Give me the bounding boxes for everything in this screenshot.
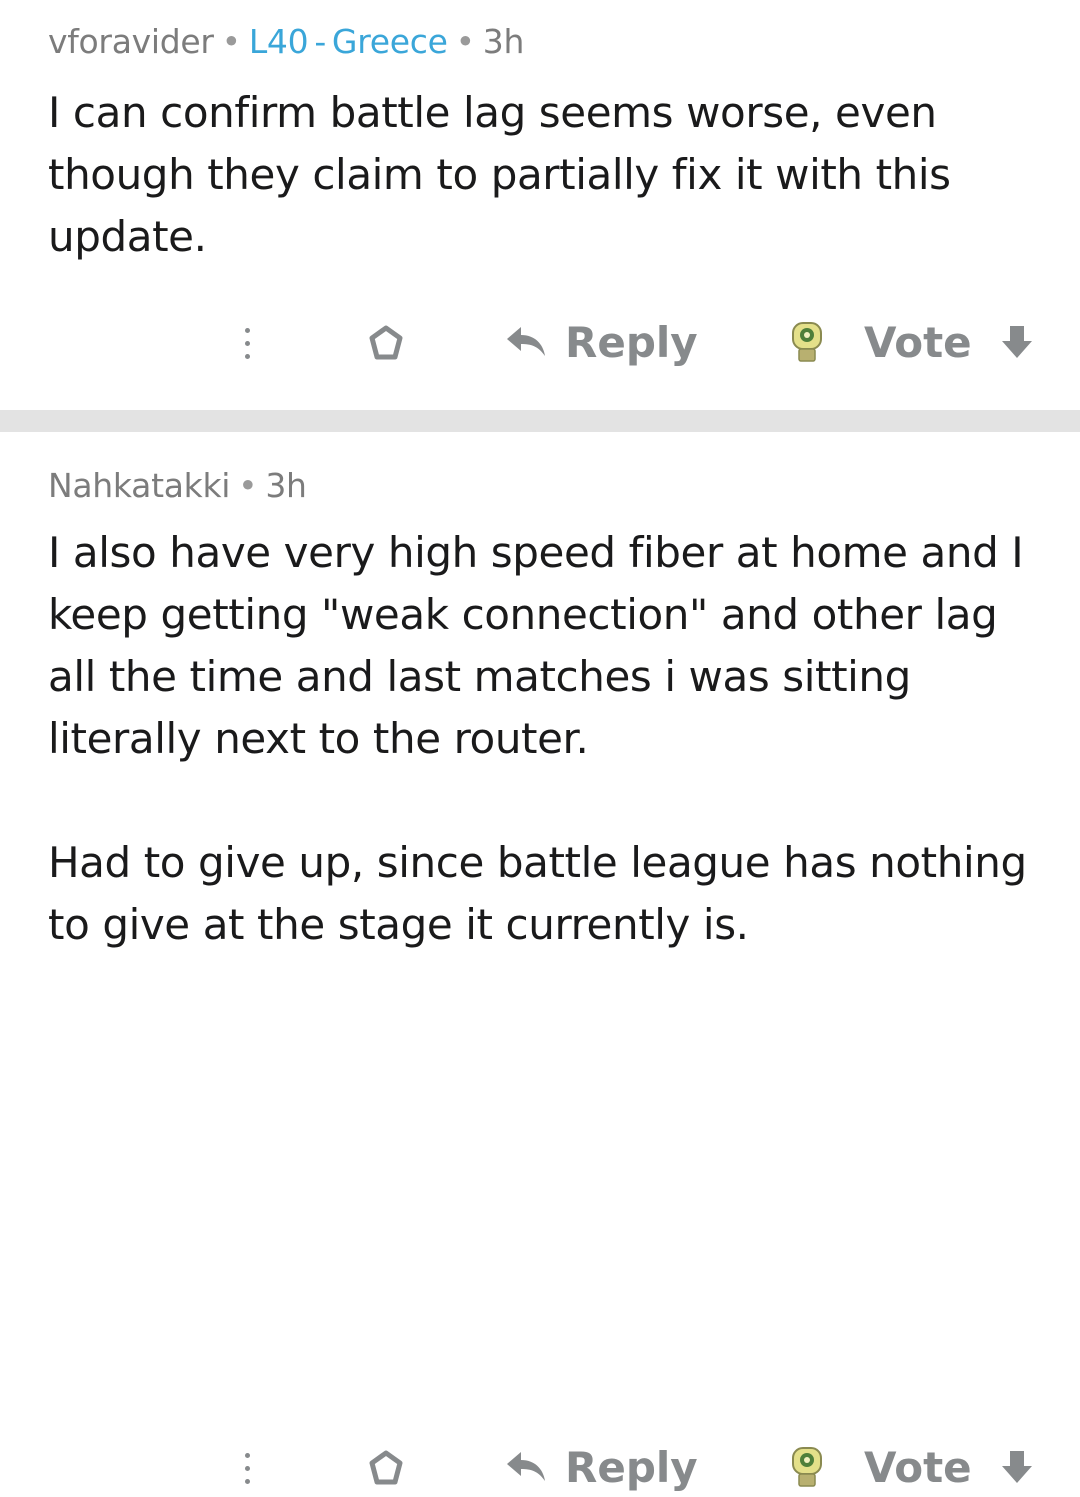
more-vertical-icon[interactable] bbox=[232, 1443, 262, 1493]
downvote-arrow-icon[interactable] bbox=[1000, 1449, 1034, 1485]
vote-label: Vote bbox=[864, 1442, 972, 1492]
comment-actions: Reply Vote bbox=[0, 1437, 1080, 1497]
reply-arrow-icon bbox=[507, 327, 545, 356]
reply-button[interactable]: Reply bbox=[505, 312, 698, 372]
comment-author[interactable]: Nahkatakki bbox=[48, 466, 230, 505]
comment-body: I can confirm battle lag seems worse, ev… bbox=[48, 82, 1058, 268]
more-vertical-icon[interactable] bbox=[232, 318, 262, 368]
reply-arrow-icon bbox=[507, 1452, 545, 1481]
user-flair-country: Greece bbox=[331, 22, 448, 61]
user-flair-level: L40 bbox=[248, 22, 309, 61]
comment: Nahkatakki • 3h I also have very high spee… bbox=[0, 432, 1080, 1492]
award-icon[interactable] bbox=[366, 1449, 406, 1489]
comment-body: I also have very high speed fiber at hom… bbox=[48, 522, 1058, 956]
meta-separator: • bbox=[455, 22, 475, 61]
comment-divider bbox=[0, 410, 1080, 432]
custom-upvote-icon[interactable] bbox=[790, 320, 824, 364]
comment-timestamp: 3h bbox=[265, 466, 307, 505]
award-icon[interactable] bbox=[366, 324, 406, 364]
comment-paragraph: Had to give up, since battle league has … bbox=[48, 838, 1027, 949]
comment-paragraph: I also have very high speed fiber at hom… bbox=[48, 528, 1024, 763]
meta-separator: • bbox=[238, 466, 258, 505]
vote-area: Vote bbox=[790, 1437, 1034, 1497]
comment-paragraph: I can confirm battle lag seems worse, ev… bbox=[48, 88, 951, 261]
reply-button[interactable]: Reply bbox=[505, 1437, 698, 1497]
comment: vforavider • L40- Greece • 3h I can confirm b… bbox=[0, 0, 1080, 410]
comment-actions: Reply Vote bbox=[0, 312, 1080, 372]
custom-upvote-icon[interactable] bbox=[790, 1445, 824, 1489]
comment-meta: Nahkatakki • 3h bbox=[48, 466, 307, 505]
meta-separator: • bbox=[221, 22, 241, 61]
downvote-arrow-icon[interactable] bbox=[1000, 324, 1034, 360]
vote-label: Vote bbox=[864, 317, 972, 367]
reply-label: Reply bbox=[565, 1442, 698, 1492]
vote-area: Vote bbox=[790, 312, 1034, 372]
comment-meta: vforavider • L40- Greece • 3h bbox=[48, 22, 524, 61]
comment-timestamp: 3h bbox=[482, 22, 525, 61]
comment-author[interactable]: vforavider bbox=[48, 22, 214, 61]
flair-separator: - bbox=[314, 22, 326, 61]
reply-label: Reply bbox=[565, 317, 698, 367]
